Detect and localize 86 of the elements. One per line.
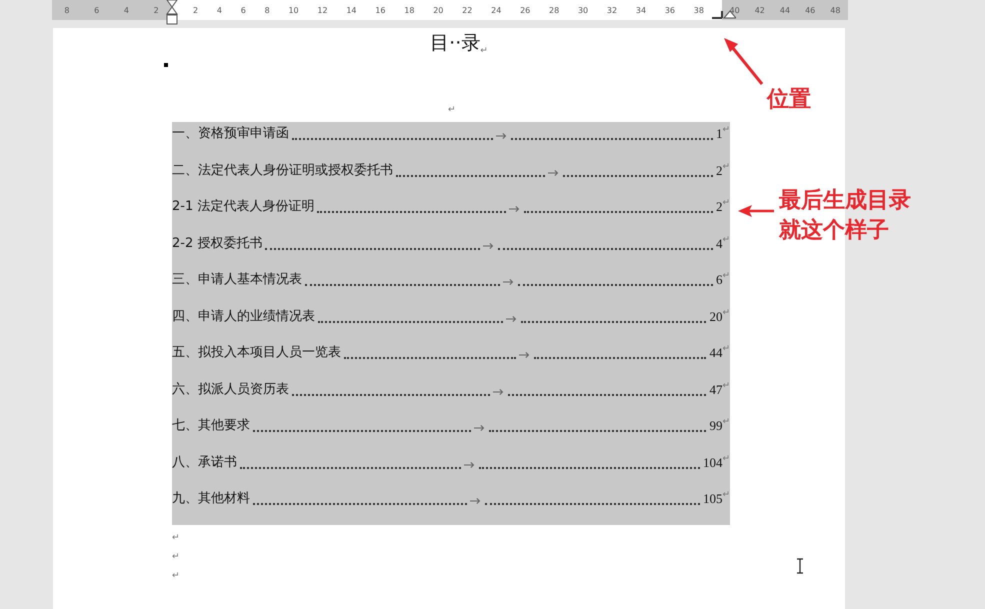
- toc-page-number: 1: [716, 125, 722, 143]
- toc-page-number: 105: [702, 490, 722, 508]
- paragraph-mark: ↵: [722, 162, 730, 172]
- ruler-number: 48: [830, 6, 840, 14]
- arrow-icon: [738, 205, 774, 217]
- tab-arrow-icon: [509, 205, 522, 213]
- paragraph-mark: ↵: [172, 552, 180, 562]
- toc-entry-title[interactable]: 2-2 授权委托书: [172, 234, 262, 252]
- tab-arrow-icon: [483, 242, 496, 250]
- ruler-number: 24: [491, 6, 502, 14]
- toc-entry-title[interactable]: 九、其他材料: [172, 490, 250, 508]
- paragraph-mark: ↵: [722, 271, 730, 281]
- ruler-number: 42: [754, 6, 765, 14]
- paragraph-mark: ↵: [722, 417, 730, 427]
- ruler-number: 6: [240, 6, 246, 14]
- paragraph-mark: ↵: [722, 198, 730, 208]
- toc-page-number: 6: [716, 271, 722, 289]
- toc-entry-title[interactable]: 六、拟派人员资历表: [172, 380, 289, 398]
- paragraph-mark: ↵: [722, 490, 730, 500]
- annotation-text: 位置: [767, 86, 811, 114]
- ruler-number: 38: [694, 6, 704, 14]
- paragraph-mark: ↵: [480, 46, 488, 56]
- paragraph-mark: ↵: [448, 105, 456, 115]
- paragraph-mark: ↵: [172, 532, 180, 542]
- ruler-number: 20: [433, 6, 444, 14]
- tab-arrow-icon: [519, 351, 532, 359]
- toc-entry-title[interactable]: 二、法定代表人身份证明或授权委托书: [172, 162, 393, 180]
- ruler-number: 44: [780, 6, 790, 14]
- ruler-number: 12: [317, 6, 328, 14]
- tab-arrow-icon: [496, 132, 508, 140]
- paragraph-mark: ↵: [722, 125, 730, 135]
- paragraph-mark: ↵: [722, 308, 730, 318]
- toc-page-number: 2: [716, 198, 722, 216]
- ruler-number: 40: [730, 6, 740, 14]
- toc-page-number: 99: [709, 417, 722, 435]
- ruler-number: 4: [124, 6, 129, 14]
- tab-arrow-icon: [548, 168, 560, 176]
- toc-page-number: 104: [702, 454, 722, 472]
- ruler-number: 2: [154, 6, 159, 14]
- paragraph-mark: ↵: [722, 344, 730, 354]
- ruler-number: 30: [578, 6, 588, 14]
- ruler-number: 22: [462, 6, 472, 14]
- paragraph-mark: ↵: [722, 234, 730, 244]
- bullet-icon: [164, 63, 168, 67]
- ruler-number: 6: [94, 6, 100, 14]
- annotation-text: 最后生成目录: [779, 187, 911, 215]
- ruler-number: 34: [636, 6, 646, 14]
- ruler-number: 18: [404, 6, 414, 14]
- toc-entry-title[interactable]: 四、申请人的业绩情况表: [172, 308, 315, 326]
- arrow-icon: [722, 36, 766, 86]
- indent-marker-icon[interactable]: [166, 0, 178, 26]
- toc-page-number: 2: [716, 162, 722, 180]
- ruler-number: 36: [664, 6, 676, 14]
- toc-page-number: 4: [716, 234, 722, 252]
- toc-page-number: 44: [709, 344, 722, 362]
- ruler-number: 4: [216, 6, 222, 14]
- tab-arrow-icon: [464, 460, 476, 468]
- tab-arrow-icon: [506, 314, 518, 322]
- ruler-number: 26: [520, 6, 530, 14]
- text-cursor-icon: [796, 558, 804, 574]
- ruler-number: 46: [805, 6, 816, 14]
- toc-page-number: 47: [709, 380, 722, 398]
- ruler-number: 14: [346, 6, 357, 14]
- toc-entry-title[interactable]: 七、其他要求: [172, 417, 250, 435]
- ruler-number: 8: [64, 6, 70, 14]
- tab-arrow-icon: [493, 388, 506, 396]
- paragraph-mark: ↵: [722, 380, 730, 390]
- toc-entry-title[interactable]: 三、申请人基本情况表: [172, 271, 302, 289]
- tab-arrow-icon: [474, 424, 486, 432]
- ruler-number: 8: [264, 6, 270, 14]
- toc-entry-title[interactable]: 五、拟投入本项目人员一览表: [172, 344, 341, 362]
- toc-entry-title[interactable]: 2-1 法定代表人身份证明: [172, 198, 314, 216]
- ruler-number: 28: [549, 6, 560, 14]
- toc-entry-title[interactable]: 一、资格预审申请函: [172, 125, 289, 143]
- toc-entry-title[interactable]: 八、承诺书: [172, 454, 237, 472]
- ruler-number: 2: [193, 6, 198, 14]
- ruler-number: 32: [606, 6, 618, 14]
- paragraph-mark: ↵: [172, 570, 180, 580]
- annotation-text: 就这个样子: [779, 217, 890, 245]
- ruler-number: 16: [375, 6, 386, 14]
- tab-arrow-icon: [502, 278, 515, 286]
- tab-arrow-icon: [470, 497, 482, 505]
- ruler-number: 10: [288, 6, 299, 14]
- toc-page-number: 20: [709, 308, 722, 326]
- document-title: 目··录: [430, 31, 480, 56]
- paragraph-mark: ↵: [722, 454, 730, 464]
